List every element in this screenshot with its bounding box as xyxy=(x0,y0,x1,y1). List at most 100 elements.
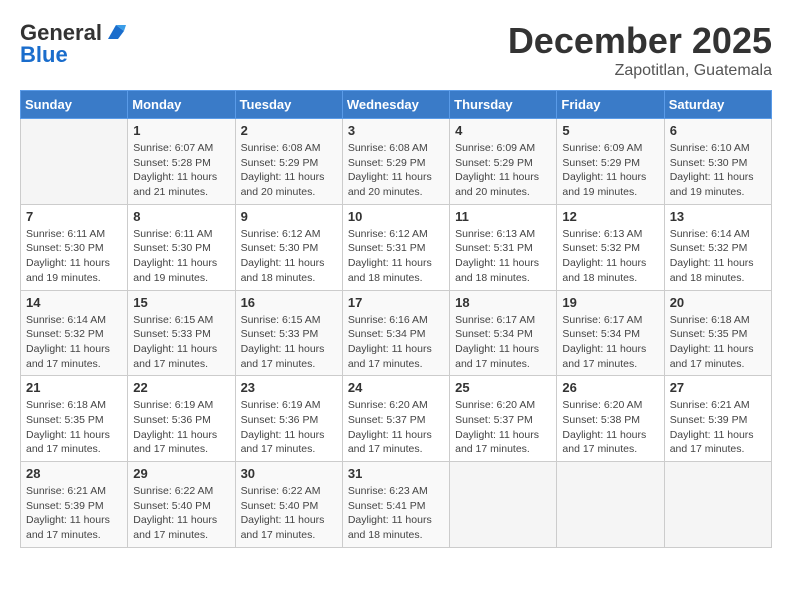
title-section: December 2025 Zapotitlan, Guatemala xyxy=(508,20,772,80)
day-number: 17 xyxy=(348,295,444,310)
logo-blue: Blue xyxy=(20,42,68,68)
month-title: December 2025 xyxy=(508,20,772,62)
day-number: 13 xyxy=(670,209,766,224)
calendar-cell xyxy=(664,462,771,548)
calendar-cell: 6 Sunrise: 6:10 AMSunset: 5:30 PMDaylight… xyxy=(664,119,771,205)
day-info: Sunrise: 6:14 AMSunset: 5:32 PMDaylight:… xyxy=(26,313,122,372)
calendar-cell: 3 Sunrise: 6:08 AMSunset: 5:29 PMDaylight… xyxy=(342,119,449,205)
day-number: 31 xyxy=(348,466,444,481)
day-info: Sunrise: 6:11 AMSunset: 5:30 PMDaylight:… xyxy=(26,227,122,286)
day-number: 21 xyxy=(26,380,122,395)
calendar-cell: 22 Sunrise: 6:19 AMSunset: 5:36 PMDayligh… xyxy=(128,376,235,462)
day-of-week-header: Monday xyxy=(128,91,235,119)
calendar-week-row: 1Sunrise: 6:07 AMSunset: 5:28 PMDaylight… xyxy=(21,119,772,205)
day-info: Sunrise: 6:10 AMSunset: 5:30 PMDaylight:… xyxy=(670,141,766,200)
day-number: 23 xyxy=(241,380,337,395)
day-info: Sunrise: 6:23 AMSunset: 5:41 PMDaylight:… xyxy=(348,484,444,543)
location: Zapotitlan, Guatemala xyxy=(508,62,772,80)
day-info: Sunrise: 6:15 AMSunset: 5:33 PMDaylight:… xyxy=(133,313,229,372)
day-number: 7 xyxy=(26,209,122,224)
day-info: Sunrise: 6:09 AMSunset: 5:29 PMDaylight:… xyxy=(562,141,658,200)
calendar-cell: 9 Sunrise: 6:12 AMSunset: 5:30 PMDaylight… xyxy=(235,204,342,290)
day-info: Sunrise: 6:18 AMSunset: 5:35 PMDaylight:… xyxy=(26,398,122,457)
day-number: 16 xyxy=(241,295,337,310)
calendar-cell: 8 Sunrise: 6:11 AMSunset: 5:30 PMDaylight… xyxy=(128,204,235,290)
calendar-cell: 25Sunrise: 6:20 AMSunset: 5:37 PMDayligh… xyxy=(450,376,557,462)
day-info: Sunrise: 6:08 AMSunset: 5:29 PMDaylight:… xyxy=(348,141,444,200)
logo-bird-icon xyxy=(104,21,126,43)
calendar-cell: 1Sunrise: 6:07 AMSunset: 5:28 PMDaylight… xyxy=(128,119,235,205)
day-number: 28 xyxy=(26,466,122,481)
calendar-body: 1Sunrise: 6:07 AMSunset: 5:28 PMDaylight… xyxy=(21,119,772,548)
day-number: 2 xyxy=(241,123,337,138)
calendar-cell: 26 Sunrise: 6:20 AMSunset: 5:38 PMDayligh… xyxy=(557,376,664,462)
day-number: 19 xyxy=(562,295,658,310)
day-number: 26 xyxy=(562,380,658,395)
day-info: Sunrise: 6:19 AMSunset: 5:36 PMDaylight:… xyxy=(241,398,337,457)
day-info: Sunrise: 6:21 AMSunset: 5:39 PMDaylight:… xyxy=(670,398,766,457)
day-of-week-header: Sunday xyxy=(21,91,128,119)
day-number: 22 xyxy=(133,380,229,395)
day-of-week-header: Wednesday xyxy=(342,91,449,119)
calendar-week-row: 28 Sunrise: 6:21 AMSunset: 5:39 PMDayligh… xyxy=(21,462,772,548)
calendar-cell: 5 Sunrise: 6:09 AMSunset: 5:29 PMDaylight… xyxy=(557,119,664,205)
day-of-week-header: Tuesday xyxy=(235,91,342,119)
day-number: 12 xyxy=(562,209,658,224)
calendar-cell: 19Sunrise: 6:17 AMSunset: 5:34 PMDayligh… xyxy=(557,290,664,376)
calendar-cell: 30 Sunrise: 6:22 AMSunset: 5:40 PMDayligh… xyxy=(235,462,342,548)
day-info: Sunrise: 6:16 AMSunset: 5:34 PMDaylight:… xyxy=(348,313,444,372)
calendar-cell: 7 Sunrise: 6:11 AMSunset: 5:30 PMDaylight… xyxy=(21,204,128,290)
day-number: 18 xyxy=(455,295,551,310)
calendar-cell: 16 Sunrise: 6:15 AMSunset: 5:33 PMDayligh… xyxy=(235,290,342,376)
calendar-cell: 15 Sunrise: 6:15 AMSunset: 5:33 PMDayligh… xyxy=(128,290,235,376)
calendar-cell xyxy=(450,462,557,548)
day-info: Sunrise: 6:20 AMSunset: 5:38 PMDaylight:… xyxy=(562,398,658,457)
day-number: 10 xyxy=(348,209,444,224)
day-info: Sunrise: 6:09 AMSunset: 5:29 PMDaylight:… xyxy=(455,141,551,200)
page-header: General Blue December 2025 Zapotitlan, G… xyxy=(20,20,772,80)
day-info: Sunrise: 6:12 AMSunset: 5:30 PMDaylight:… xyxy=(241,227,337,286)
calendar-cell: 11 Sunrise: 6:13 AMSunset: 5:31 PMDayligh… xyxy=(450,204,557,290)
calendar-cell: 20 Sunrise: 6:18 AMSunset: 5:35 PMDayligh… xyxy=(664,290,771,376)
calendar-cell: 10Sunrise: 6:12 AMSunset: 5:31 PMDayligh… xyxy=(342,204,449,290)
day-number: 30 xyxy=(241,466,337,481)
day-info: Sunrise: 6:13 AMSunset: 5:31 PMDaylight:… xyxy=(455,227,551,286)
day-number: 11 xyxy=(455,209,551,224)
calendar-cell: 4 Sunrise: 6:09 AMSunset: 5:29 PMDaylight… xyxy=(450,119,557,205)
day-number: 9 xyxy=(241,209,337,224)
calendar-cell: 28 Sunrise: 6:21 AMSunset: 5:39 PMDayligh… xyxy=(21,462,128,548)
day-number: 4 xyxy=(455,123,551,138)
day-number: 6 xyxy=(670,123,766,138)
calendar-cell: 12Sunrise: 6:13 AMSunset: 5:32 PMDayligh… xyxy=(557,204,664,290)
day-info: Sunrise: 6:20 AMSunset: 5:37 PMDaylight:… xyxy=(348,398,444,457)
day-info: Sunrise: 6:18 AMSunset: 5:35 PMDaylight:… xyxy=(670,313,766,372)
day-number: 20 xyxy=(670,295,766,310)
day-info: Sunrise: 6:11 AMSunset: 5:30 PMDaylight:… xyxy=(133,227,229,286)
calendar-cell: 17 Sunrise: 6:16 AMSunset: 5:34 PMDayligh… xyxy=(342,290,449,376)
day-info: Sunrise: 6:15 AMSunset: 5:33 PMDaylight:… xyxy=(241,313,337,372)
header-row: SundayMondayTuesdayWednesdayThursdayFrid… xyxy=(21,91,772,119)
day-number: 8 xyxy=(133,209,229,224)
day-number: 25 xyxy=(455,380,551,395)
day-number: 15 xyxy=(133,295,229,310)
day-number: 3 xyxy=(348,123,444,138)
day-info: Sunrise: 6:19 AMSunset: 5:36 PMDaylight:… xyxy=(133,398,229,457)
calendar-cell: 13Sunrise: 6:14 AMSunset: 5:32 PMDayligh… xyxy=(664,204,771,290)
day-number: 27 xyxy=(670,380,766,395)
calendar-cell xyxy=(21,119,128,205)
day-info: Sunrise: 6:22 AMSunset: 5:40 PMDaylight:… xyxy=(241,484,337,543)
day-info: Sunrise: 6:07 AMSunset: 5:28 PMDaylight:… xyxy=(133,141,229,200)
calendar-week-row: 7 Sunrise: 6:11 AMSunset: 5:30 PMDaylight… xyxy=(21,204,772,290)
day-number: 14 xyxy=(26,295,122,310)
calendar-cell: 14 Sunrise: 6:14 AMSunset: 5:32 PMDayligh… xyxy=(21,290,128,376)
day-number: 29 xyxy=(133,466,229,481)
calendar-week-row: 14 Sunrise: 6:14 AMSunset: 5:32 PMDayligh… xyxy=(21,290,772,376)
day-number: 5 xyxy=(562,123,658,138)
day-info: Sunrise: 6:17 AMSunset: 5:34 PMDaylight:… xyxy=(455,313,551,372)
day-info: Sunrise: 6:22 AMSunset: 5:40 PMDaylight:… xyxy=(133,484,229,543)
calendar-cell: 21 Sunrise: 6:18 AMSunset: 5:35 PMDayligh… xyxy=(21,376,128,462)
calendar-cell: 29 Sunrise: 6:22 AMSunset: 5:40 PMDayligh… xyxy=(128,462,235,548)
day-info: Sunrise: 6:21 AMSunset: 5:39 PMDaylight:… xyxy=(26,484,122,543)
day-of-week-header: Thursday xyxy=(450,91,557,119)
calendar-cell: 31 Sunrise: 6:23 AMSunset: 5:41 PMDayligh… xyxy=(342,462,449,548)
